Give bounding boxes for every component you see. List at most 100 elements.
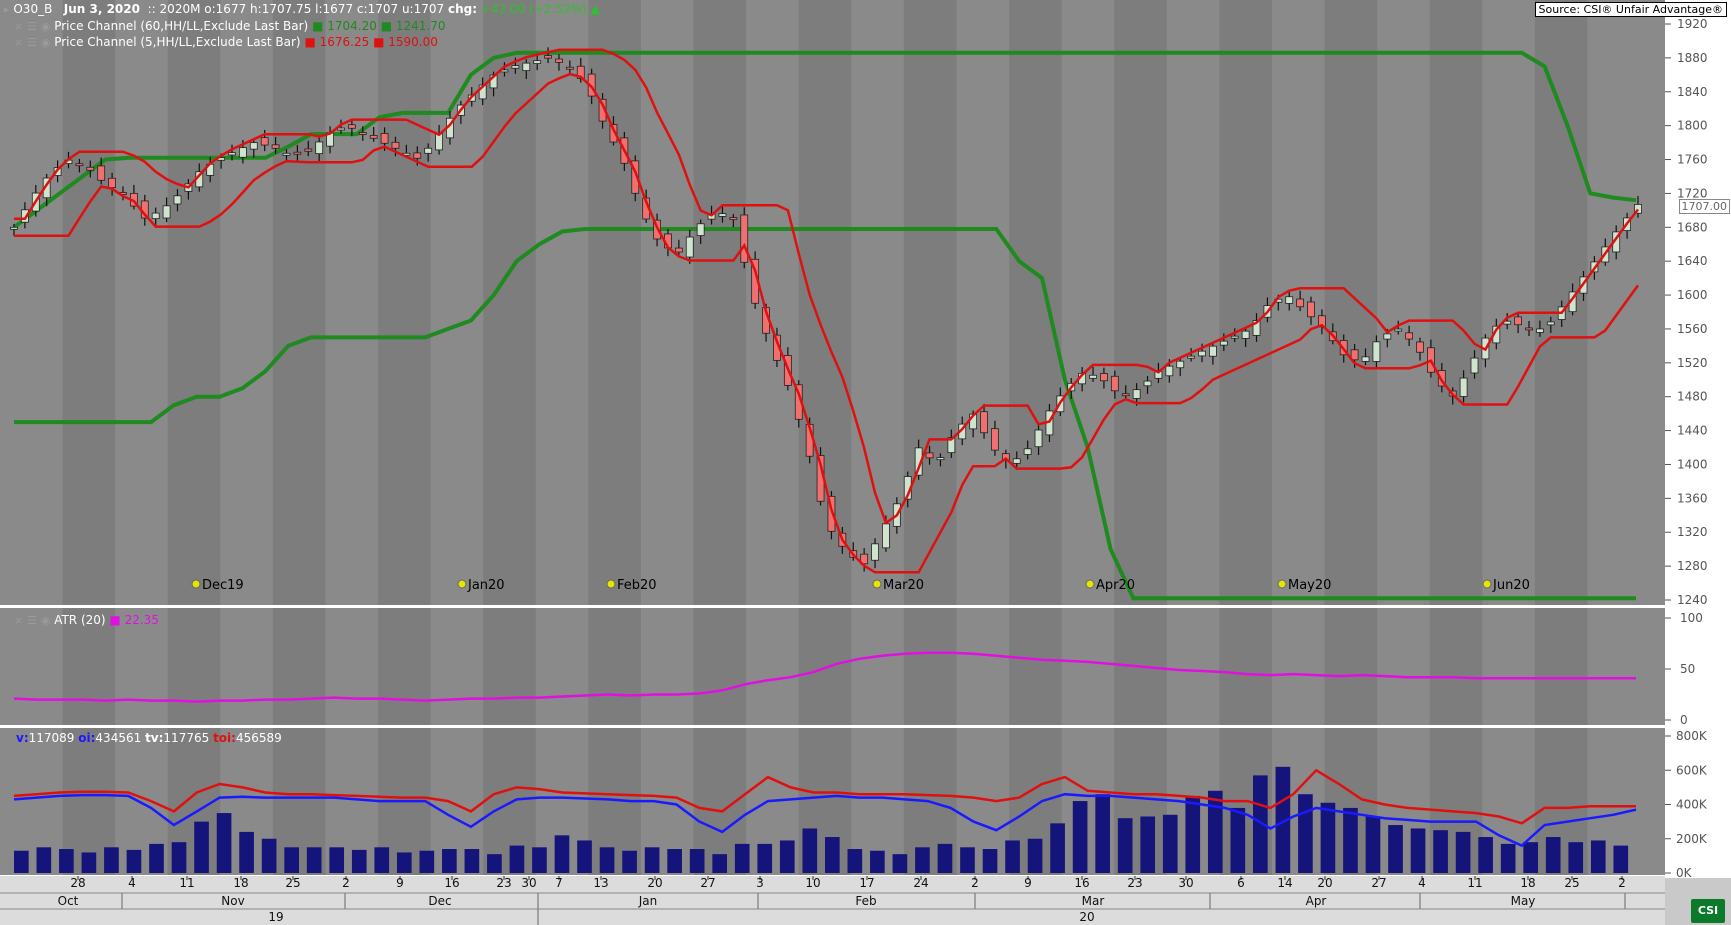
- y-tick-label: 1440: [1677, 424, 1708, 438]
- last-price-tag: 1707.00: [1678, 199, 1730, 214]
- menu-icon[interactable]: ☰: [27, 36, 37, 49]
- candle-body: [1394, 328, 1403, 332]
- week-band: [167, 0, 221, 605]
- volume-value: 117089: [28, 731, 75, 745]
- eye-icon[interactable]: ◉: [41, 614, 51, 627]
- close-icon[interactable]: ×: [14, 20, 23, 33]
- x-axis-bg: [0, 876, 1665, 925]
- volume-bar: [1478, 837, 1493, 873]
- candle-body: [1241, 330, 1250, 339]
- change-label: chg:: [447, 2, 478, 16]
- eye-icon[interactable]: ◉: [41, 36, 51, 49]
- candle-body: [1219, 340, 1228, 346]
- menu-icon[interactable]: ☰: [27, 20, 37, 33]
- x-day-label: 30: [1178, 876, 1193, 890]
- week-band: [1219, 0, 1272, 605]
- candle-body: [1525, 327, 1533, 331]
- volume-bar: [442, 849, 457, 873]
- volume-bar: [982, 849, 998, 873]
- volume-bar: [427, 861, 434, 873]
- date-label: Jun 3, 2020: [63, 2, 140, 16]
- y-tick-label: 200K: [1676, 832, 1708, 846]
- month-marker-dot: [1277, 579, 1287, 589]
- week-band: [167, 608, 221, 725]
- week-band: [378, 0, 431, 605]
- indicator-value-lower: 1241.70: [395, 19, 446, 33]
- candle-body: [1012, 458, 1021, 464]
- week-band: [1009, 0, 1062, 605]
- volume-bar: [1613, 845, 1629, 873]
- volume-bar: [712, 854, 728, 873]
- x-day-label: 10: [805, 876, 820, 890]
- y-tick-label: 1640: [1677, 254, 1708, 268]
- volume-bar: [382, 860, 388, 873]
- candle-body: [1230, 335, 1239, 339]
- panel-toggle-icon[interactable]: ▸: [4, 3, 10, 16]
- x-month-label: Apr: [1306, 894, 1327, 908]
- month-marker-dot: [606, 579, 616, 589]
- volume-bar: [802, 828, 818, 873]
- candle-body: [925, 452, 934, 459]
- candle-body: [1089, 374, 1097, 379]
- volume-bar: [36, 847, 52, 873]
- candle-body: [151, 212, 160, 220]
- candle-body: [108, 177, 116, 189]
- x-day-label: 4: [1418, 876, 1426, 890]
- close-label: c:: [356, 2, 368, 16]
- legend-swatch: ■: [312, 19, 324, 33]
- candle-body: [1121, 393, 1130, 397]
- menu-icon[interactable]: ☰: [27, 614, 37, 627]
- y-tick-label: 1920: [1677, 17, 1708, 31]
- candle-body: [315, 141, 324, 155]
- candle-body: [1100, 373, 1108, 382]
- close-icon[interactable]: ×: [14, 36, 23, 49]
- week-band: [693, 608, 747, 725]
- week-band: [1009, 608, 1062, 725]
- x-day-label: 30: [521, 876, 536, 890]
- x-day-label: 25: [1564, 876, 1579, 890]
- volume-bar: [396, 852, 412, 873]
- month-marker-label: May20: [1288, 578, 1331, 593]
- legend-swatch: ■: [373, 35, 385, 49]
- week-band: [272, 0, 326, 605]
- eye-icon[interactable]: ◉: [41, 20, 51, 33]
- y-tick-label: 1360: [1677, 491, 1708, 505]
- week-band: [903, 608, 957, 725]
- candle-body: [1209, 345, 1217, 357]
- atr-header[interactable]: × ☰ ◉ ATR (20) ■ 22.35: [14, 613, 159, 627]
- candle-body: [1383, 333, 1392, 340]
- x-month-label: Feb: [855, 894, 876, 908]
- oi-value: 434561: [95, 731, 142, 745]
- candle-body: [347, 124, 356, 129]
- volume-bar: [1343, 807, 1358, 873]
- volume-bar: [922, 860, 929, 873]
- x-day-label: 23: [1127, 876, 1142, 890]
- candle-body: [86, 166, 95, 171]
- candle-body: [729, 217, 738, 221]
- open-label: o:: [204, 2, 216, 16]
- candle-body: [1132, 389, 1141, 399]
- indicator-row-5[interactable]: × ☰ ◉ Price Channel (5,HH/LL,Exclude Las…: [14, 35, 438, 49]
- indicator-row-60[interactable]: × ☰ ◉ Price Channel (60,HH/LL,Exclude La…: [14, 19, 445, 33]
- week-band: [588, 0, 641, 605]
- x-month-label: Jan: [638, 894, 658, 908]
- quote-header: ▸ O30_B Jun 3, 2020 :: 2020M o:1677 h:17…: [4, 2, 600, 16]
- volume-bar: [1283, 819, 1290, 873]
- close-icon[interactable]: ×: [14, 614, 23, 627]
- candle-body: [871, 543, 879, 561]
- month-marker-label: Apr20: [1096, 578, 1135, 593]
- x-day-label: 17: [859, 876, 874, 890]
- indicator-label: Price Channel (5,HH/LL,Exclude Last Bar): [54, 35, 301, 49]
- week-band: [1429, 608, 1483, 725]
- volume-header: v:117089 oi:434561 tv:117765 toi:456589: [16, 731, 282, 745]
- x-day-label: 2: [342, 876, 350, 890]
- x-day-label: 27: [1371, 876, 1386, 890]
- volume-bar: [1508, 858, 1515, 873]
- candle-body: [10, 226, 18, 230]
- x-day-label: 27: [700, 876, 715, 890]
- close-value: 1707: [367, 2, 399, 16]
- volume-bar: [742, 858, 749, 873]
- volume-bar: [351, 849, 367, 873]
- volume-bar: [667, 849, 682, 873]
- candle-body: [380, 133, 389, 144]
